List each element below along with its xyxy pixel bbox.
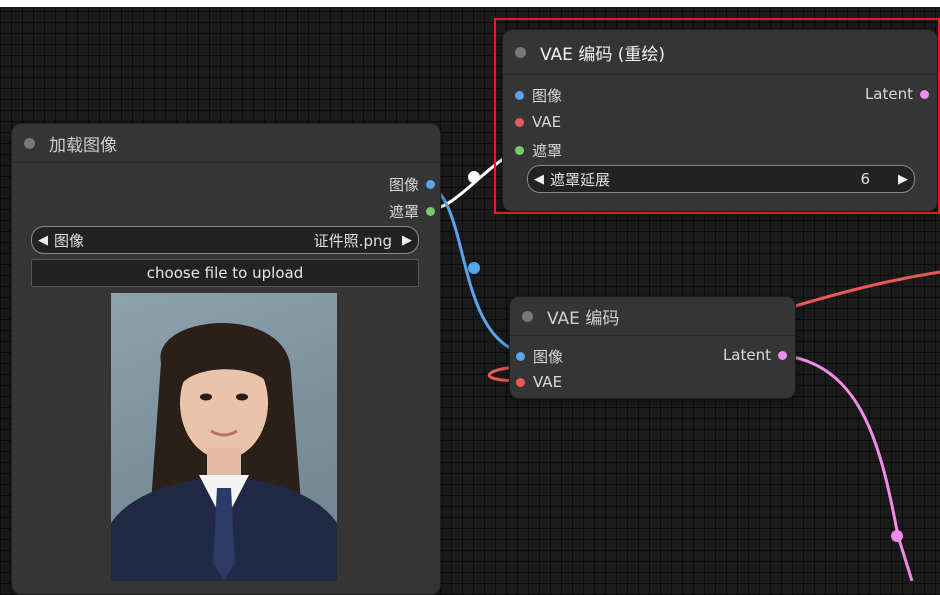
output-mask-slot[interactable]: 遮罩 [340, 201, 435, 222]
link-latent [781, 353, 914, 581]
slot-label: VAE [533, 373, 563, 391]
slot-dot[interactable] [516, 377, 525, 387]
slot-dot[interactable] [516, 352, 525, 361]
node-title: VAE 编码 [547, 308, 620, 329]
output-latent-slot[interactable]: Latent [690, 346, 787, 364]
portrait-illustration [111, 323, 337, 581]
node-status-dot [24, 137, 35, 149]
widget-label: 图像 [54, 231, 85, 250]
link-image-midpoint [468, 262, 480, 274]
slot-dot[interactable] [778, 350, 787, 360]
input-image-slot[interactable]: 图像 [516, 346, 563, 367]
slot-label: Latent [722, 346, 771, 364]
widget-value: 证件照.png [313, 231, 392, 250]
slot-dot[interactable] [426, 207, 435, 216]
slot-label: 图像 [388, 176, 419, 194]
node-title: 加载图像 [49, 135, 117, 156]
slot-label: 遮罩 [388, 203, 419, 221]
slot-label: 图像 [533, 348, 564, 366]
link-latent-midpoint [891, 530, 903, 542]
node-status-dot [522, 310, 533, 322]
arrow-left-icon[interactable]: ◀ [32, 233, 54, 248]
output-image-slot[interactable]: 图像 [340, 174, 435, 195]
slot-dot[interactable] [426, 180, 435, 189]
image-preview [111, 293, 337, 581]
upload-button[interactable]: choose file to upload [31, 259, 419, 287]
arrow-right-icon[interactable]: ▶ [396, 233, 418, 248]
image-combo-widget[interactable]: ◀ 图像 证件照.png ▶ [31, 226, 419, 254]
link-mask-midpoint [468, 171, 480, 183]
node-title-bar[interactable]: VAE 编码 [510, 297, 795, 336]
link-vae-out [794, 270, 940, 308]
input-vae-slot[interactable]: VAE [516, 373, 562, 391]
highlight-box [494, 18, 940, 214]
top-strip [0, 0, 940, 7]
node-title-bar[interactable]: 加载图像 [12, 124, 440, 163]
